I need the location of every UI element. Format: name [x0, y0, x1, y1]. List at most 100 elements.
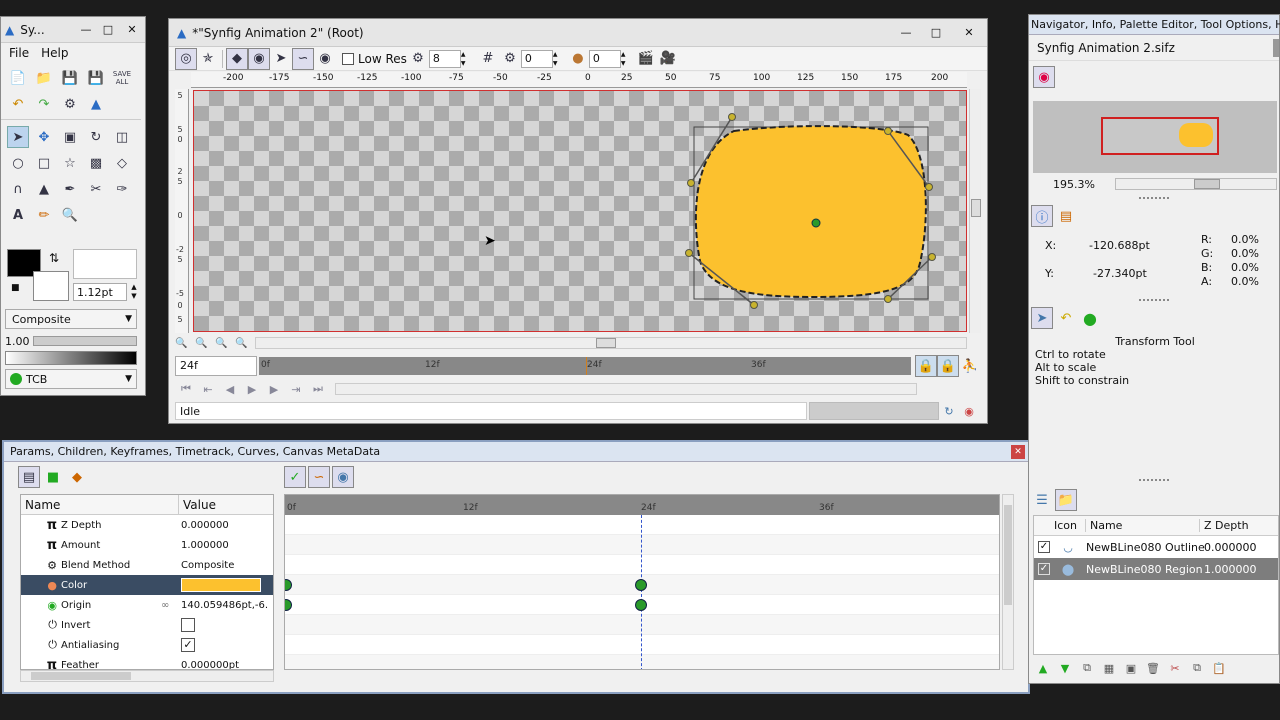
col-zdepth-header[interactable]: Z Depth [1200, 519, 1249, 532]
current-time-field[interactable]: 24f [175, 356, 257, 376]
fill-color-swatch[interactable] [33, 271, 69, 301]
amount-slider[interactable]: 1.00 [5, 333, 137, 349]
reset-colors-icon[interactable]: ■ [11, 283, 20, 293]
waypoint-origin-24[interactable] [635, 599, 647, 611]
curves-tab-icon[interactable]: ∽ [308, 466, 330, 488]
param-row-blend-method[interactable]: ⚙ Blend Method Composite [21, 555, 273, 575]
stop-render-icon[interactable]: ◉ [959, 405, 979, 418]
dock-titlebar[interactable]: Navigator, Info, Palette Editor, Tool Op… [1029, 15, 1280, 35]
param-value[interactable]: Composite [181, 560, 234, 571]
keyframes-tab-icon[interactable]: ◆ [66, 466, 88, 488]
save-all-button[interactable]: SAVE ALL [111, 67, 133, 89]
raise-layer-icon[interactable]: ▲ [1033, 662, 1053, 675]
draw-tool-icon[interactable]: ✒ [59, 178, 81, 200]
resolution-icon[interactable]: ⚙ [407, 48, 429, 70]
refresh-icon[interactable]: ↻ [939, 405, 959, 418]
resolution-spinner[interactable]: ▲ ▼ [461, 50, 469, 68]
time-cursor[interactable] [586, 357, 587, 375]
fill-tool-icon[interactable]: ▲ [33, 178, 55, 200]
gradient-preview[interactable] [5, 351, 137, 365]
zoom-fit-icon[interactable]: 🔍 [215, 338, 235, 349]
layer-row[interactable]: ✓ ◡ NewBLine080 Outline 0.000000 [1034, 536, 1278, 558]
params-hscrollbar[interactable] [20, 670, 274, 682]
delete-layer-icon[interactable]: 🗑 [1143, 662, 1163, 675]
dock-grip[interactable] [1139, 479, 1169, 483]
transform-tool-icon[interactable]: ➤ [7, 126, 29, 148]
duplicate-layer-icon[interactable]: ⧉ [1077, 661, 1097, 675]
onion-future-spinner[interactable]: ▲ ▼ [621, 50, 629, 68]
library-tab-icon[interactable]: ● [1079, 307, 1101, 329]
eyedropper-icon[interactable]: ✑ [111, 178, 133, 200]
menu-file[interactable]: File [9, 46, 29, 60]
info-tab-icon[interactable]: ⓘ [1031, 205, 1053, 227]
scroll-thumb[interactable] [971, 199, 981, 217]
navigator-preview[interactable] [1033, 101, 1277, 173]
star-tool-icon[interactable]: ☆ [59, 152, 81, 174]
minimize-button[interactable]: — [891, 26, 921, 39]
canvas-workarea[interactable]: ➤ [193, 90, 967, 332]
next-frame-icon[interactable]: ▶ [263, 383, 285, 396]
param-value[interactable]: 0.000000pt [181, 660, 239, 670]
maximize-button[interactable]: □ [97, 23, 119, 36]
canvas-hscrollbar[interactable] [255, 337, 967, 349]
children-tab-icon[interactable]: ■ [42, 466, 64, 488]
play-icon[interactable]: ▶ [241, 383, 263, 396]
show-ducks-icon[interactable]: ◆ [226, 47, 248, 70]
toolbox-titlebar[interactable]: ▲ Sy... — □ ✕ [1, 17, 145, 43]
col-name-header[interactable]: Name [21, 495, 179, 514]
tangent-icon[interactable]: ∽ [292, 47, 314, 70]
timetrack-area[interactable]: 0f 12f 24f 36f [284, 494, 1000, 670]
canvas-metadata-tab-icon[interactable]: ◉ [332, 466, 354, 488]
param-value[interactable]: 140.059486pt,-6. [181, 600, 268, 611]
sets-tab-icon[interactable]: 📁 [1055, 489, 1077, 511]
copy-icon[interactable]: ⧉ [1187, 661, 1207, 675]
layer-row-selected[interactable]: ✓ ⬤ NewBLine080 Region 1.000000 [1034, 558, 1278, 580]
low-res-checkbox[interactable] [342, 52, 354, 65]
resolution-field[interactable]: 8 [428, 49, 461, 68]
zoom-slider-thumb[interactable] [1194, 179, 1220, 189]
save-icon[interactable]: 💾 [59, 67, 81, 89]
zoom-out-icon[interactable]: 🔍 [195, 338, 215, 349]
antialiasing-checkbox[interactable]: ✓ [181, 638, 195, 652]
animate-mode-icon[interactable]: ⛹ [959, 355, 981, 377]
keyframe-lock-icon[interactable]: 🔒 [915, 355, 937, 377]
encapsulate-icon[interactable]: ▦ [1099, 662, 1119, 675]
param-row-antialiasing[interactable]: ⏻ Antialiasing ✓ [21, 635, 273, 655]
minimize-button[interactable]: — [75, 23, 97, 36]
layer-visibility-checkbox[interactable]: ✓ [1038, 563, 1050, 575]
dock-grip[interactable] [1139, 299, 1169, 303]
history-tab-icon[interactable]: ↶ [1055, 307, 1077, 329]
timetrack-tab-icon[interactable]: ✓ [284, 466, 306, 488]
swap-colors-icon[interactable]: ⇅ [49, 251, 59, 265]
timetrack-vscrollbar[interactable] [1002, 494, 1014, 670]
col-name-header[interactable]: Name [1086, 519, 1200, 532]
scroll-thumb[interactable] [596, 338, 616, 348]
palette-tab-icon[interactable]: ▤ [1055, 205, 1077, 227]
param-row-color[interactable]: ● Color [21, 575, 273, 595]
param-row-origin[interactable]: ◉ Origin ∞ 140.059486pt,-6. [21, 595, 273, 615]
close-button[interactable]: ✕ [951, 26, 987, 39]
vertex-icon[interactable]: ➤ [270, 48, 292, 70]
grid-icon[interactable]: # [477, 48, 499, 70]
open-file-icon[interactable]: 📁 [33, 67, 55, 89]
cutout-tool-icon[interactable]: ✂ [85, 178, 107, 200]
scroll-thumb[interactable] [31, 672, 131, 680]
mirror-tool-icon[interactable]: ◫ [111, 126, 133, 148]
bline-width-field[interactable]: 1.12pt [73, 283, 127, 301]
render-icon[interactable]: ▲ [85, 93, 107, 115]
time-slider[interactable]: 0f 12f 24f 36f [259, 357, 911, 375]
color-value-swatch[interactable] [181, 578, 261, 592]
zoom-100-icon[interactable]: 🔍 [235, 338, 255, 349]
col-icon-header[interactable]: Icon [1034, 519, 1086, 532]
param-row-invert[interactable]: ⏻ Invert [21, 615, 273, 635]
playback-range-bar[interactable] [335, 383, 917, 395]
render-icon[interactable]: 🎬 [635, 48, 657, 70]
gradient-tool-icon[interactable]: ▩ [85, 152, 107, 174]
invert-checkbox[interactable] [181, 618, 195, 632]
dock-scroll-handle[interactable] [1273, 38, 1279, 57]
seek-end-icon[interactable]: ⏭ [307, 382, 329, 396]
canvas-titlebar[interactable]: ▲ *"Synfig Animation 2" (Root) — □ ✕ [169, 19, 987, 47]
col-value-header[interactable]: Value [179, 495, 220, 514]
onion-future-field[interactable]: 0 [588, 49, 621, 68]
sketch-tool-icon[interactable]: ✏ [33, 204, 55, 226]
